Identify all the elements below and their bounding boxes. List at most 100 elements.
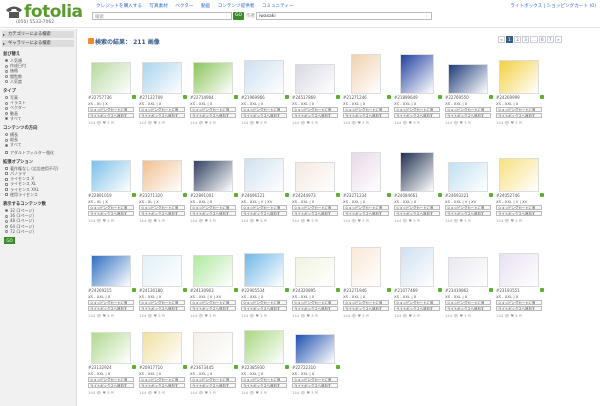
select-checkbox[interactable] — [540, 193, 544, 197]
add-to-lightbox-button[interactable]: ライトボックスへ追加す — [292, 306, 338, 311]
image-id[interactable]: #21077469 — [394, 288, 418, 293]
add-to-lightbox-button[interactable]: ライトボックスへ追加す — [292, 211, 338, 216]
add-to-lightbox-button[interactable]: ライトボックスへ追加す — [139, 383, 185, 388]
add-to-cart-button[interactable]: ショッピングカートに追 — [496, 107, 542, 112]
type-option-4[interactable]: すべて — [5, 116, 73, 121]
image-id[interactable]: #21969966 — [241, 95, 265, 100]
add-to-cart-button[interactable]: ショッピングカートに追 — [190, 107, 236, 112]
add-to-lightbox-button[interactable]: ライトボックスへ追加す — [190, 211, 236, 216]
image-id[interactable]: #21899649 — [394, 95, 418, 100]
nav-community[interactable]: コミュニティー — [262, 4, 294, 9]
add-to-cart-button[interactable]: ショッピングカートに追 — [241, 107, 287, 112]
image-thumbnail[interactable] — [88, 148, 134, 192]
add-to-cart-button[interactable]: ショッピングカートに追 — [343, 300, 389, 305]
image-thumbnail[interactable] — [190, 320, 236, 364]
select-checkbox[interactable] — [540, 288, 544, 292]
image-id[interactable]: #24517869 — [292, 95, 316, 100]
image-id[interactable]: #20917710 — [139, 365, 163, 370]
fotolia-logo[interactable]: fotolia (050) 5533-7062 — [4, 2, 83, 27]
nav-contributors[interactable]: コンテンツ提供者 — [218, 4, 255, 9]
author-input[interactable]: iwasaki — [256, 12, 432, 20]
add-to-cart-button[interactable]: ショッピングカートに追 — [445, 107, 491, 112]
image-thumbnail[interactable] — [343, 50, 389, 94]
page-4[interactable]: ... — [530, 36, 538, 43]
image-thumbnail[interactable] — [241, 50, 287, 94]
nav-video[interactable]: 動画 — [201, 4, 210, 9]
select-checkbox[interactable] — [540, 95, 544, 99]
add-to-cart-button[interactable]: ショッピングカートに追 — [394, 107, 440, 112]
add-to-cart-button[interactable]: ショッピングカートに追 — [139, 377, 185, 382]
image-thumbnail[interactable] — [139, 50, 185, 94]
content-option-2[interactable]: すべて — [5, 142, 73, 147]
image-thumbnail[interactable] — [445, 50, 491, 94]
image-id[interactable]: #21271946 — [343, 288, 367, 293]
add-to-cart-button[interactable]: ショッピングカートに追 — [88, 205, 134, 210]
image-thumbnail[interactable] — [394, 148, 440, 192]
image-thumbnail[interactable] — [292, 50, 338, 94]
image-id[interactable]: #24130903 — [190, 288, 214, 293]
add-to-cart-button[interactable]: ショッピングカートに追 — [88, 300, 134, 305]
image-thumbnail[interactable] — [394, 243, 440, 287]
select-checkbox[interactable] — [387, 288, 391, 292]
add-to-lightbox-button[interactable]: ライトボックスへ追加す — [139, 113, 185, 118]
image-id[interactable]: #24269999 — [496, 95, 520, 100]
select-checkbox[interactable] — [438, 193, 442, 197]
add-to-cart-button[interactable]: ショッピングカートに追 — [292, 377, 338, 382]
sidebar-go-button[interactable]: GO — [4, 237, 15, 245]
image-id[interactable]: #22905534 — [241, 288, 265, 293]
add-to-lightbox-button[interactable]: ライトボックスへ追加す — [241, 306, 287, 311]
add-to-cart-button[interactable]: ショッピングカートに追 — [190, 377, 236, 382]
select-checkbox[interactable] — [336, 288, 340, 292]
add-to-cart-button[interactable]: ショッピングカートに追 — [190, 205, 236, 210]
adult-filter-checkbox[interactable]: アダルトフィルター強化 — [5, 150, 73, 155]
add-to-lightbox-button[interactable]: ライトボックスへ追加す — [292, 113, 338, 118]
image-id[interactable]: #24693221 — [445, 193, 469, 198]
search-input[interactable]: 検索 — [92, 12, 232, 20]
select-checkbox[interactable] — [387, 95, 391, 99]
lightbox-cart-links[interactable]: ライトボックス | ショッピングカート (0) — [510, 3, 596, 9]
add-to-cart-button[interactable]: ショッピングカートに追 — [343, 205, 389, 210]
select-checkbox[interactable] — [336, 193, 340, 197]
add-to-cart-button[interactable]: ショッピングカートに追 — [394, 205, 440, 210]
image-id[interactable]: #22722310 — [292, 365, 316, 370]
select-checkbox[interactable] — [438, 288, 442, 292]
image-id[interactable]: #22385930 — [241, 365, 265, 370]
add-to-cart-button[interactable]: ショッピングカートに追 — [241, 300, 287, 305]
add-to-lightbox-button[interactable]: ライトボックスへ追加す — [88, 211, 134, 216]
image-id[interactable]: #27122709 — [139, 95, 163, 100]
image-thumbnail[interactable] — [241, 148, 287, 192]
add-to-lightbox-button[interactable]: ライトボックスへ追加す — [496, 211, 542, 216]
image-id[interactable]: #23193551 — [496, 288, 520, 293]
image-id[interactable]: #24696121 — [241, 193, 265, 198]
search-go-button[interactable]: GO — [233, 12, 244, 20]
add-to-cart-button[interactable]: ショッピングカートに追 — [292, 107, 338, 112]
select-checkbox[interactable] — [489, 193, 493, 197]
add-to-lightbox-button[interactable]: ライトボックスへ追加す — [496, 306, 542, 311]
select-checkbox[interactable] — [132, 193, 136, 197]
count-option-4[interactable]: 72 (1ページ) — [5, 229, 73, 234]
add-to-lightbox-button[interactable]: ライトボックスへ追加す — [139, 211, 185, 216]
nav-buy-credits[interactable]: クレジットを購入する — [96, 4, 142, 9]
image-thumbnail[interactable] — [496, 148, 542, 192]
select-checkbox[interactable] — [234, 365, 238, 369]
add-to-lightbox-button[interactable]: ライトボックスへ追加す — [343, 113, 389, 118]
image-id[interactable]: #21271246 — [343, 95, 367, 100]
add-to-lightbox-button[interactable]: ライトボックスへ追加す — [88, 306, 134, 311]
category-search-toggle[interactable]: カテゴリーによる検索 — [2, 31, 74, 38]
select-checkbox[interactable] — [183, 95, 187, 99]
add-to-cart-button[interactable]: ショッピングカートに追 — [445, 205, 491, 210]
image-thumbnail[interactable] — [88, 320, 134, 364]
image-id[interactable]: #23132924 — [88, 365, 112, 370]
select-checkbox[interactable] — [183, 288, 187, 292]
select-checkbox[interactable] — [336, 95, 340, 99]
image-id[interactable]: #23271320 — [139, 193, 163, 198]
image-id[interactable]: #24269215 — [88, 288, 112, 293]
page-5[interactable]: 6 — [538, 36, 546, 43]
add-to-cart-button[interactable]: ショッピングカートに追 — [139, 300, 185, 305]
image-id[interactable]: #22757736 — [88, 95, 112, 100]
add-to-lightbox-button[interactable]: ライトボックスへ追加す — [445, 306, 491, 311]
image-thumbnail[interactable] — [241, 320, 287, 364]
license-option-5[interactable]: 使用ライセンス — [5, 192, 73, 197]
add-to-cart-button[interactable]: ショッピングカートに追 — [292, 205, 338, 210]
add-to-lightbox-button[interactable]: ライトボックスへ追加す — [343, 306, 389, 311]
